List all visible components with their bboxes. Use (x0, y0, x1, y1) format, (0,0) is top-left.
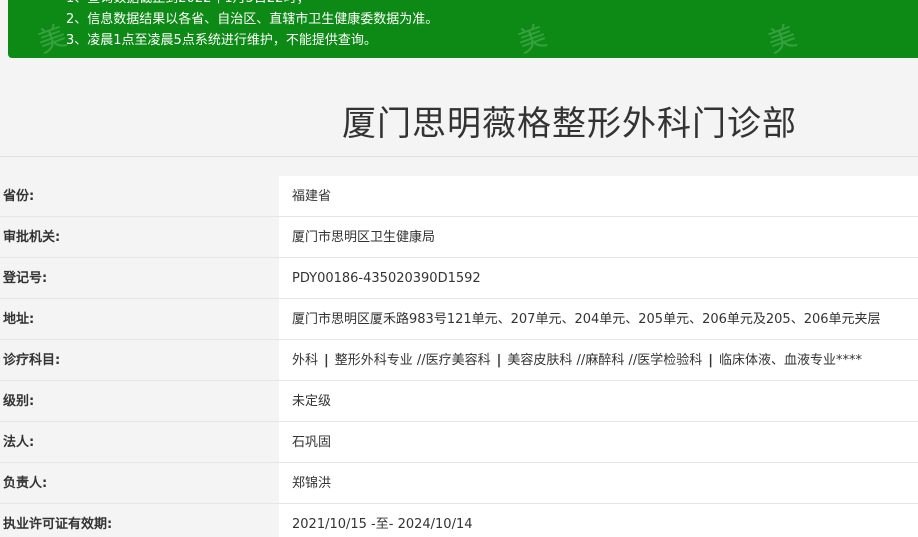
details-table: 省份: 福建省 审批机关: 厦门市思明区卫生健康局 登记号: PDY00186-… (0, 176, 918, 537)
detail-value-person-in-charge: 郑锦洪 (282, 463, 918, 503)
detail-row-registration-number: 登记号: PDY00186-435020390D1592 (0, 258, 918, 299)
detail-label-address: 地址: (0, 299, 282, 339)
detail-row-person-in-charge: 负责人: 郑锦洪 (0, 463, 918, 504)
department-separator: | (324, 353, 329, 368)
notice-line-3: 3、凌晨1点至凌晨5点系统进行维护，不能提供查询。 (66, 33, 377, 48)
department-item: 临床体液、血液专业**** (718, 353, 862, 368)
detail-row-address: 地址: 厦门市思明区厦禾路983号121单元、207单元、204单元、205单元… (0, 299, 918, 340)
department-separator: | (496, 353, 502, 368)
department-separator: | (708, 353, 713, 368)
notice-banner: 美 美 美 1、查询数据截止到2022年1月5日22时； 2、信息数据结果以各省… (8, 0, 918, 58)
page: 美 美 美 1、查询数据截止到2022年1月5日22时； 2、信息数据结果以各省… (0, 0, 918, 537)
detail-row-departments: 诊疗科目: 外科 | 整形外科专业 //医疗美容科 | 美容皮肤科 //麻醉科 //医学… (0, 340, 918, 381)
detail-value-departments: 外科 | 整形外科专业 //医疗美容科 | 美容皮肤科 //麻醉科 //医学检验科 | 临床… (282, 340, 918, 380)
notice-line-2: 2、信息数据结果以各省、自治区、直辖市卫生健康委数据为准。 (66, 12, 439, 27)
department-item: 外科 (292, 353, 319, 368)
detail-value-legal-person: 石巩固 (282, 422, 918, 462)
detail-label-registration-number: 登记号: (0, 258, 282, 298)
page-title: 厦门思明薇格整形外科门诊部 (342, 104, 797, 144)
notice-line-1: 1、查询数据截止到2022年1月5日22时； (66, 0, 918, 9)
department-item: 整形外科专业 //医疗美容科 (334, 353, 491, 368)
detail-value-license-validity: 2021/10/15 -至- 2024/10/14 (282, 504, 918, 537)
detail-label-license-validity: 执业许可证有效期: (0, 504, 282, 537)
detail-label-province: 省份: (0, 176, 282, 216)
detail-label-approval-authority: 审批机关: (0, 217, 282, 257)
detail-value-registration-number: PDY00186-435020390D1592 (282, 258, 918, 298)
detail-value-level: 未定级 (282, 381, 918, 421)
detail-label-legal-person: 法人: (0, 422, 282, 462)
detail-label-level: 级别: (0, 381, 282, 421)
detail-row-license-validity: 执业许可证有效期: 2021/10/15 -至- 2024/10/14 (0, 504, 918, 537)
department-item: 美容皮肤科 //麻醉科 //医学检验科 (507, 353, 703, 368)
detail-value-province: 福建省 (282, 176, 918, 216)
detail-value-approval-authority: 厦门市思明区卫生健康局 (282, 217, 918, 257)
detail-row-legal-person: 法人: 石巩固 (0, 422, 918, 463)
detail-label-person-in-charge: 负责人: (0, 463, 282, 503)
detail-value-address: 厦门市思明区厦禾路983号121单元、207单元、204单元、205单元、206… (282, 299, 918, 339)
detail-label-departments: 诊疗科目: (0, 340, 282, 380)
detail-row-province: 省份: 福建省 (0, 176, 918, 217)
detail-row-approval-authority: 审批机关: 厦门市思明区卫生健康局 (0, 217, 918, 258)
detail-row-level: 级别: 未定级 (0, 381, 918, 422)
title-divider (0, 156, 918, 157)
